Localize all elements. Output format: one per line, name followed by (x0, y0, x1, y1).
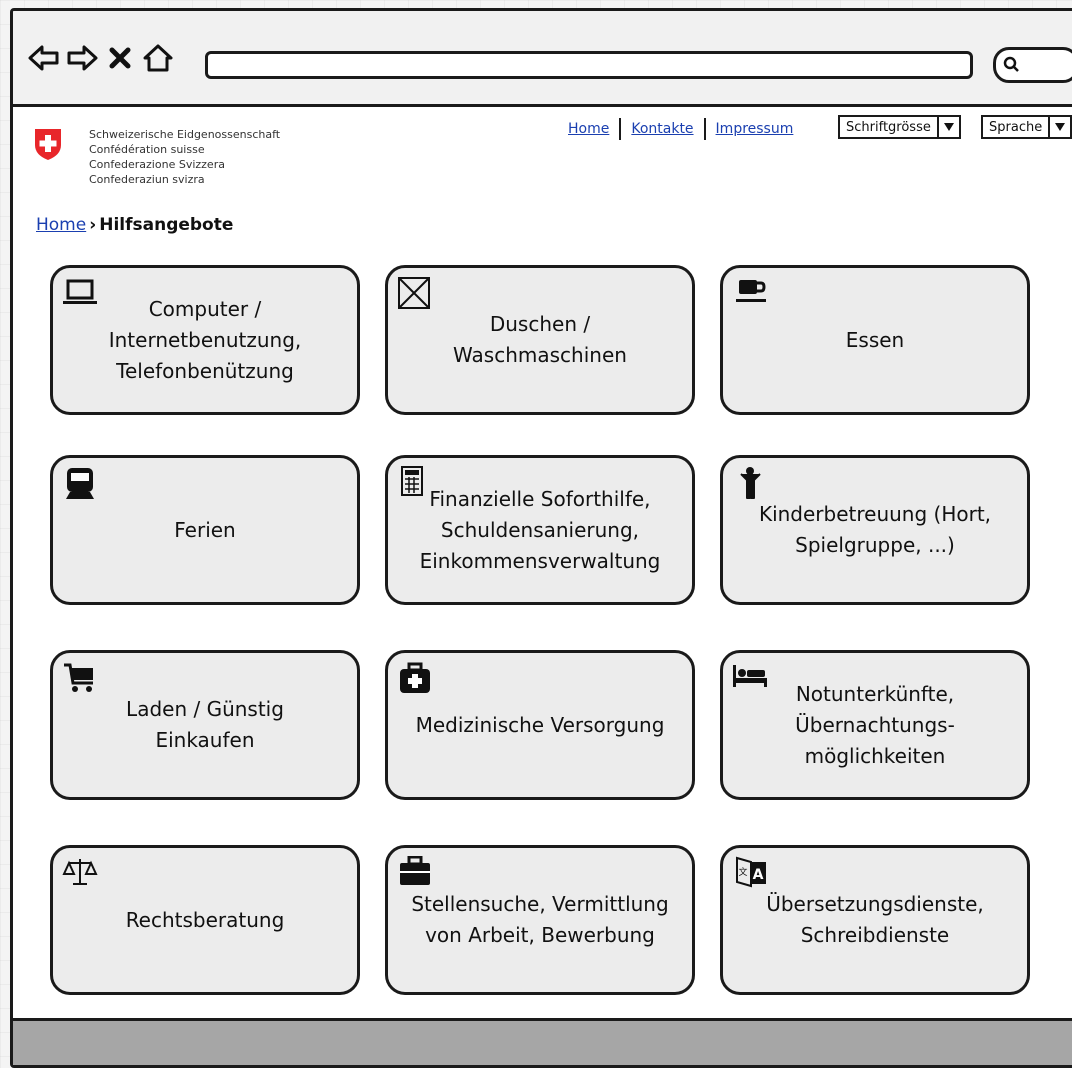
home-icon[interactable] (141, 41, 175, 75)
laptop-icon (63, 279, 97, 304)
svg-text:文: 文 (738, 866, 747, 878)
home-link[interactable]: Home (558, 121, 619, 137)
search-icon (1003, 56, 1019, 72)
confederation-name-rm: Confederaziun svizra (89, 173, 205, 186)
breadcrumb: Home › Hilfsangebote (36, 215, 233, 235)
breadcrumb-home[interactable]: Home (36, 215, 86, 235)
image-placeholder-icon (398, 277, 430, 309)
tile-label: Medizinische Versorgung (415, 712, 665, 737)
tile-shelter[interactable]: Notunterkünfte, Übernachtungs- möglichke… (720, 650, 1030, 800)
tile-label: Ferien (174, 517, 236, 542)
chevron-down-icon (1048, 117, 1070, 137)
search-field[interactable] (993, 47, 1072, 83)
contacts-link[interactable]: Kontakte (621, 121, 703, 137)
confederation-name-it: Confederazione Svizzera (89, 158, 225, 171)
tile-holidays[interactable]: Ferien (50, 455, 360, 605)
coffee-cup-icon (736, 280, 766, 302)
browser-window: Schweizerische Eidgenossenschaft Confédé… (10, 8, 1072, 1068)
child-icon (740, 467, 761, 499)
tile-translation[interactable]: A文 Übersetzungsdienste, Schreibdienste (720, 845, 1030, 995)
tile-label: Rechtsberatung (125, 907, 285, 932)
tile-label: Computer / Internetbenutzung, Telefonben… (108, 296, 302, 383)
font-size-select[interactable]: Schriftgrösse (838, 115, 961, 139)
tile-jobs[interactable]: Stellensuche, Vermittlung von Arbeit, Be… (385, 845, 695, 995)
confederation-name-fr: Confédération suisse (89, 143, 205, 156)
tile-medical[interactable]: Medizinische Versorgung (385, 650, 695, 800)
tile-label: Kinderbetreuung (Hort, Spielgruppe, ...) (758, 502, 992, 557)
close-icon[interactable] (103, 41, 137, 75)
tile-label: Finanzielle Soforthilfe, Schuldensanieru… (419, 486, 661, 573)
tile-label: Übersetzungsdienste, Schreibdienste (766, 892, 984, 947)
balance-scale-icon (62, 859, 98, 885)
translate-icon: A文 (736, 856, 766, 888)
back-arrow-icon[interactable] (27, 41, 61, 75)
browser-toolbar (13, 11, 1072, 107)
shopping-cart-icon (64, 663, 93, 692)
language-select[interactable]: Sprache (981, 115, 1072, 139)
breadcrumb-chevron-icon: › (89, 215, 97, 235)
tile-label: Essen (845, 327, 905, 352)
swiss-shield-icon (35, 129, 61, 160)
confederation-name-de: Schweizerische Eidgenossenschaft (89, 128, 281, 141)
tile-finance[interactable]: Finanzielle Soforthilfe, Schuldensanieru… (385, 455, 695, 605)
tile-label: Laden / Günstig Einkaufen (126, 697, 284, 752)
tile-childcare[interactable]: Kinderbetreuung (Hort, Spielgruppe, ...) (720, 455, 1030, 605)
address-bar[interactable] (205, 51, 973, 79)
chevron-down-icon (936, 117, 959, 137)
top-links: Home Kontakte Impressum (558, 117, 803, 141)
tile-computer[interactable]: Computer / Internetbenutzung, Telefonben… (50, 265, 360, 415)
language-select-label: Sprache (989, 119, 1043, 135)
medkit-icon (400, 662, 430, 693)
breadcrumb-current: Hilfsangebote (99, 215, 234, 235)
page-content: Schweizerische Eidgenossenschaft Confédé… (13, 107, 1072, 1065)
tile-label: Stellensuche, Vermittlung von Arbeit, Be… (411, 892, 669, 947)
tile-food[interactable]: Essen (720, 265, 1030, 415)
bed-icon (733, 665, 767, 687)
tile-showers[interactable]: Duschen / Waschmaschinen (385, 265, 695, 415)
forward-arrow-icon[interactable] (65, 41, 99, 75)
imprint-link[interactable]: Impressum (706, 121, 804, 137)
tile-shopping[interactable]: Laden / Günstig Einkaufen (50, 650, 360, 800)
train-icon (66, 468, 94, 499)
font-size-select-label: Schriftgrösse (846, 119, 931, 135)
briefcase-icon (400, 856, 430, 885)
tile-label: Duschen / Waschmaschinen (453, 312, 627, 367)
svg-text:A: A (753, 867, 764, 883)
tile-legal[interactable]: Rechtsberatung (50, 845, 360, 995)
status-bar (13, 1018, 1072, 1065)
tile-label: Notunterkünfte, Übernachtungs- möglichke… (795, 681, 955, 768)
calculator-icon (401, 466, 423, 496)
